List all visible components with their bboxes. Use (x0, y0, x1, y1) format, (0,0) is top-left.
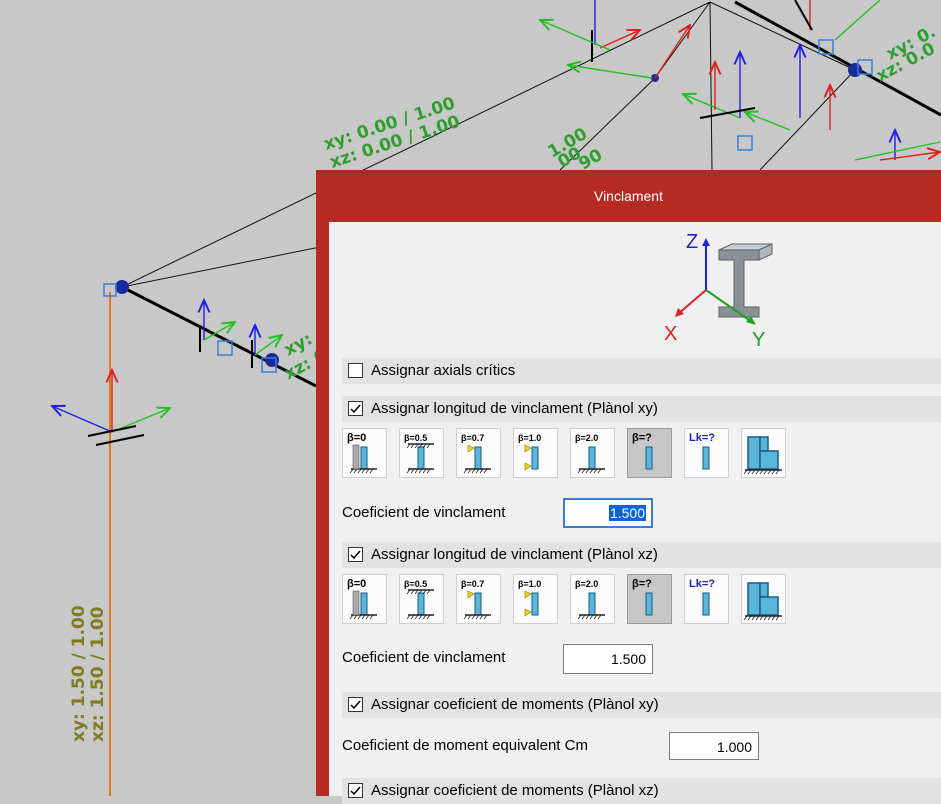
node (848, 63, 862, 77)
dialog-body: Z X Y Assignar axials crítics Assignar l… (329, 222, 941, 804)
beta-0.5-icon: β=0.5 (404, 579, 434, 620)
section-label: Assignar coeficient de moments (Plànol x… (371, 696, 659, 713)
beta-0.7-button[interactable]: β=0.7 (456, 574, 501, 624)
frame-icon (743, 436, 782, 475)
lk-custom-icon: Lk=? (689, 578, 715, 616)
coef-input-xz[interactable]: 1.500 (563, 644, 653, 674)
coef-label-xy: Coeficient de vinclament (342, 504, 506, 521)
frame-button[interactable] (741, 574, 786, 624)
lk-custom-button[interactable]: Lk=? (684, 428, 729, 478)
svg-text:β=?: β=? (632, 578, 652, 590)
beta-0.5-icon: β=0.5 (404, 433, 434, 474)
beta-2.0-button[interactable]: β=2.0 (570, 574, 615, 624)
svg-text:xz: 1.50 / 1.00: xz: 1.50 / 1.00 (88, 606, 108, 742)
cm-label-xy: Coeficient de moment equivalent Cm (342, 737, 588, 754)
beta-2.0-icon: β=2.0 (575, 433, 605, 474)
beta-0.7-icon: β=0.7 (461, 579, 491, 620)
svg-text:β=0.5: β=0.5 (404, 433, 427, 443)
svg-text:xy: 1.50 / 1.00: xy: 1.50 / 1.00 (69, 605, 89, 742)
svg-text:β=2.0: β=2.0 (575, 579, 598, 589)
node (265, 353, 279, 367)
section-label: Assignar longitud de vinclament (Plànol … (371, 400, 658, 417)
beta-custom-button[interactable]: β=? (627, 428, 672, 478)
beta-0-button[interactable]: β=0 (342, 574, 387, 624)
section-label: Assignar longitud de vinclament (Plànol … (371, 546, 658, 563)
svg-text:β=?: β=? (632, 432, 652, 444)
member-label: xy: 0.00 / 1.00 xz: 0.00 / 1.00 (321, 93, 462, 172)
beta-1.0-button[interactable]: β=1.0 (513, 574, 558, 624)
svg-text:β=0.5: β=0.5 (404, 579, 427, 589)
beta-1.0-button[interactable]: β=1.0 (513, 428, 558, 478)
beta-1.0-icon: β=1.0 (518, 579, 541, 617)
column-label: xy: 1.50 / 1.00 xz: 1.50 / 1.00 (69, 605, 108, 742)
lk-custom-icon: Lk=? (689, 432, 715, 470)
section-axes-icon: Z X Y (664, 232, 773, 351)
dialog-title[interactable]: Vinclament (316, 170, 941, 222)
beta-0.5-button[interactable]: β=0.5 (399, 574, 444, 624)
beta-custom-icon: β=? (632, 578, 653, 616)
section-length-xy: Assignar longitud de vinclament (Plànol … (342, 396, 941, 422)
beta-1.0-icon: β=1.0 (518, 433, 541, 471)
svg-text:β=1.0: β=1.0 (518, 579, 541, 589)
svg-text:β=0.7: β=0.7 (461, 433, 484, 443)
length-xz-checkbox[interactable] (348, 547, 363, 562)
coef-label-xz: Coeficient de vinclament (342, 649, 506, 666)
node-marker (737, 135, 753, 151)
svg-text:β=1.0: β=1.0 (518, 433, 541, 443)
svg-text:β=0: β=0 (347, 432, 366, 444)
beta-2.0-button[interactable]: β=2.0 (570, 428, 615, 478)
beta-2.0-icon: β=2.0 (575, 579, 605, 620)
svg-text:Lk=?: Lk=? (689, 432, 715, 444)
lk-custom-button[interactable]: Lk=? (684, 574, 729, 624)
section-label: Assignar coeficient de moments (Plànol x… (371, 782, 659, 799)
node (115, 280, 129, 294)
beta-0.5-button[interactable]: β=0.5 (399, 428, 444, 478)
beta-0.7-icon: β=0.7 (461, 433, 491, 474)
section-moments-xz: Assignar coeficient de moments (Plànol x… (342, 778, 941, 804)
svg-text:β=0.7: β=0.7 (461, 579, 484, 589)
axials-checkbox[interactable] (348, 363, 363, 378)
svg-text:X: X (664, 323, 677, 345)
coef-input-xy[interactable]: 1.500 (563, 498, 653, 528)
section-label: Assignar axials crítics (371, 362, 516, 379)
beta-0-icon: β=0 (347, 432, 377, 474)
svg-text:Z: Z (686, 232, 698, 253)
beta-custom-button[interactable]: β=? (627, 574, 672, 624)
svg-text:β=2.0: β=2.0 (575, 433, 598, 443)
svg-text:Lk=?: Lk=? (689, 578, 715, 590)
frame-button[interactable] (741, 428, 786, 478)
section-length-xz: Assignar longitud de vinclament (Plànol … (342, 542, 941, 568)
svg-text:Y: Y (752, 329, 765, 351)
length-xy-checkbox[interactable] (348, 401, 363, 416)
buckling-dialog: Vinclament Z X Y Assignar axials crítics… (316, 170, 941, 804)
section-axials: Assignar axials crítics (342, 358, 941, 384)
beta-custom-icon: β=? (632, 432, 653, 470)
beta-0-icon: β=0 (347, 578, 377, 620)
beta-0-button[interactable]: β=0 (342, 428, 387, 478)
beta-0.7-button[interactable]: β=0.7 (456, 428, 501, 478)
frame-icon (743, 582, 782, 621)
cm-input-xy[interactable]: 1.000 (669, 732, 759, 760)
moments-xy-checkbox[interactable] (348, 697, 363, 712)
svg-text:β=0: β=0 (347, 578, 366, 590)
section-moments-xy: Assignar coeficient de moments (Plànol x… (342, 692, 941, 718)
